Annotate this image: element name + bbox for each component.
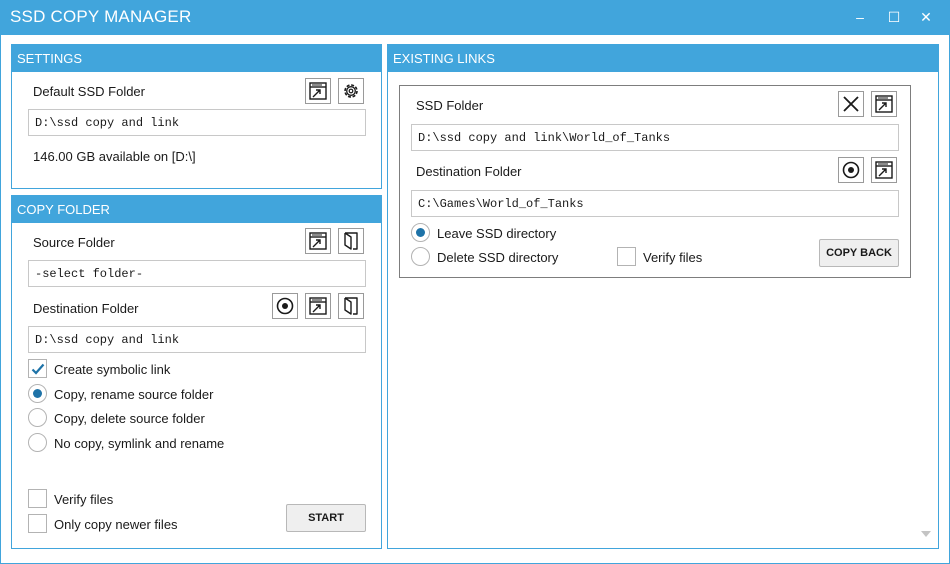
- leave-ssd-label: Leave SSD directory: [437, 226, 557, 241]
- no-copy-radio[interactable]: [28, 433, 47, 452]
- only-newer-label: Only copy newer files: [54, 517, 178, 532]
- no-copy-label: No copy, symlink and rename: [54, 436, 225, 451]
- open-folder-icon: [309, 82, 327, 100]
- settings-button[interactable]: [338, 78, 364, 104]
- open-folder-icon: [309, 232, 327, 250]
- link-card: SSD Folder D:\ssd copy and link\World_of…: [399, 85, 911, 278]
- copy-delete-radio[interactable]: [28, 408, 47, 427]
- minimize-button[interactable]: –: [852, 8, 868, 26]
- copy-delete-label: Copy, delete source folder: [54, 411, 205, 426]
- settings-panel: SETTINGS Default SSD Folder D:\ssd copy …: [11, 44, 382, 189]
- open-folder-icon: [875, 161, 893, 179]
- default-ssd-folder-label: Default SSD Folder: [33, 84, 145, 99]
- verify-files-label: Verify files: [54, 492, 114, 507]
- existing-links-panel: EXISTING LINKS SSD Folder D:\ssd copy an…: [387, 44, 939, 549]
- delete-ssd-radio[interactable]: [411, 247, 430, 266]
- browse-destination-folder-button[interactable]: [338, 293, 364, 319]
- copy-back-button[interactable]: COPY BACK: [819, 239, 899, 267]
- default-ssd-folder-field[interactable]: D:\ssd copy and link: [28, 109, 366, 136]
- link-verify-files-label: Verify files: [643, 250, 703, 265]
- close-button[interactable]: ✕: [918, 8, 934, 26]
- select-link-drive-button[interactable]: [838, 157, 864, 183]
- gear-icon: [344, 84, 358, 98]
- browse-folder-icon: [344, 297, 358, 315]
- ssd-folder-label: SSD Folder: [416, 98, 484, 113]
- source-folder-label: Source Folder: [33, 235, 115, 250]
- drive-icon: [276, 297, 294, 315]
- start-button[interactable]: START: [286, 504, 366, 532]
- select-destination-drive-button[interactable]: [272, 293, 298, 319]
- link-verify-files-checkbox[interactable]: [617, 247, 636, 266]
- create-symlink-label: Create symbolic link: [54, 362, 171, 377]
- delete-ssd-label: Delete SSD directory: [437, 250, 559, 265]
- copy-rename-label: Copy, rename source folder: [54, 387, 214, 402]
- create-symlink-checkbox[interactable]: [28, 359, 47, 378]
- app-title: SSD COPY MANAGER: [10, 7, 192, 26]
- copy-folder-header: COPY FOLDER: [12, 196, 381, 223]
- leave-ssd-radio[interactable]: [411, 223, 430, 242]
- verify-files-checkbox[interactable]: [28, 489, 47, 508]
- title-bar: SSD COPY MANAGER – ☐ ✕: [0, 0, 950, 35]
- settings-header: SETTINGS: [12, 45, 381, 72]
- copy-rename-radio[interactable]: [28, 384, 47, 403]
- destination-folder-label: Destination Folder: [33, 301, 139, 316]
- open-folder-icon: [309, 297, 327, 315]
- link-destination-label: Destination Folder: [416, 164, 522, 179]
- browse-source-folder-button[interactable]: [338, 228, 364, 254]
- available-space-text: 146.00 GB available on [D:\]: [33, 149, 196, 164]
- link-destination-field[interactable]: C:\Games\World_of_Tanks: [411, 190, 899, 217]
- maximize-button[interactable]: ☐: [886, 8, 902, 26]
- only-newer-checkbox[interactable]: [28, 514, 47, 533]
- open-ssd-folder-button[interactable]: [871, 91, 897, 117]
- destination-folder-field[interactable]: D:\ssd copy and link: [28, 326, 366, 353]
- scroll-down-arrow[interactable]: [921, 531, 931, 537]
- browse-folder-icon: [344, 232, 358, 250]
- remove-link-button[interactable]: [838, 91, 864, 117]
- open-link-destination-button[interactable]: [871, 157, 897, 183]
- checkmark-icon: [31, 363, 45, 375]
- copy-folder-panel: COPY FOLDER Source Folder -select folder…: [11, 195, 382, 549]
- open-source-folder-button[interactable]: [305, 228, 331, 254]
- existing-links-header: EXISTING LINKS: [388, 45, 938, 72]
- open-destination-folder-button[interactable]: [305, 293, 331, 319]
- source-folder-field[interactable]: -select folder-: [28, 260, 366, 287]
- drive-icon: [842, 161, 860, 179]
- ssd-folder-field[interactable]: D:\ssd copy and link\World_of_Tanks: [411, 124, 899, 151]
- close-icon: [843, 96, 859, 112]
- open-folder-icon: [875, 95, 893, 113]
- open-default-folder-button[interactable]: [305, 78, 331, 104]
